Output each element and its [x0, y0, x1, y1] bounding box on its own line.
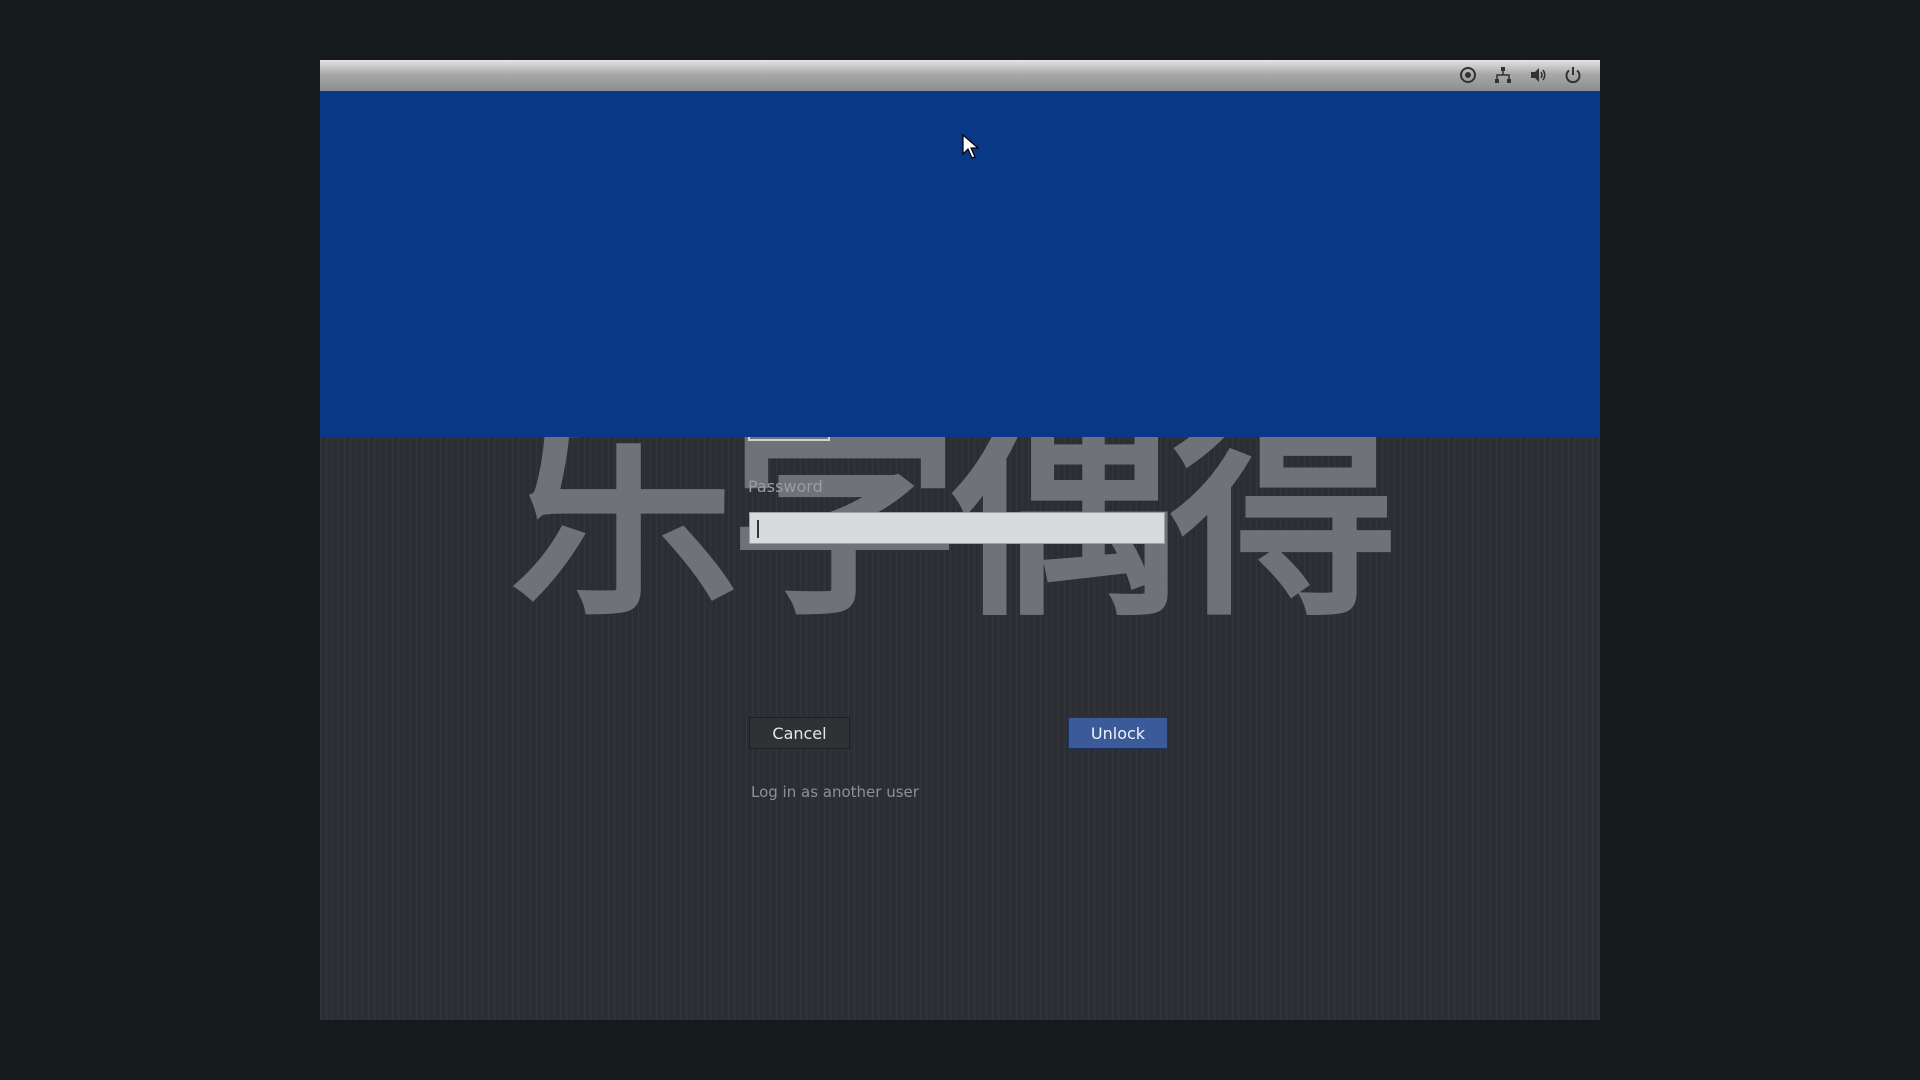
blue-overlay-panel [320, 91, 1600, 437]
volume-icon[interactable] [1529, 66, 1547, 84]
log-in-as-another-user-link[interactable]: Log in as another user [751, 783, 919, 801]
status-tray [1459, 66, 1582, 84]
lock-screen: 乐学偶得 Password Cancel Unlock Log in as an… [320, 60, 1600, 1020]
text-caret [757, 520, 759, 538]
accessibility-icon[interactable] [1459, 66, 1477, 84]
power-icon[interactable] [1564, 66, 1582, 84]
mouse-cursor-icon [962, 134, 980, 159]
cancel-button[interactable]: Cancel [749, 717, 850, 749]
unlock-button[interactable]: Unlock [1068, 717, 1168, 749]
network-icon[interactable] [1494, 66, 1512, 84]
password-label: Password [748, 477, 823, 496]
top-panel [320, 60, 1600, 91]
password-field[interactable] [749, 512, 1165, 544]
